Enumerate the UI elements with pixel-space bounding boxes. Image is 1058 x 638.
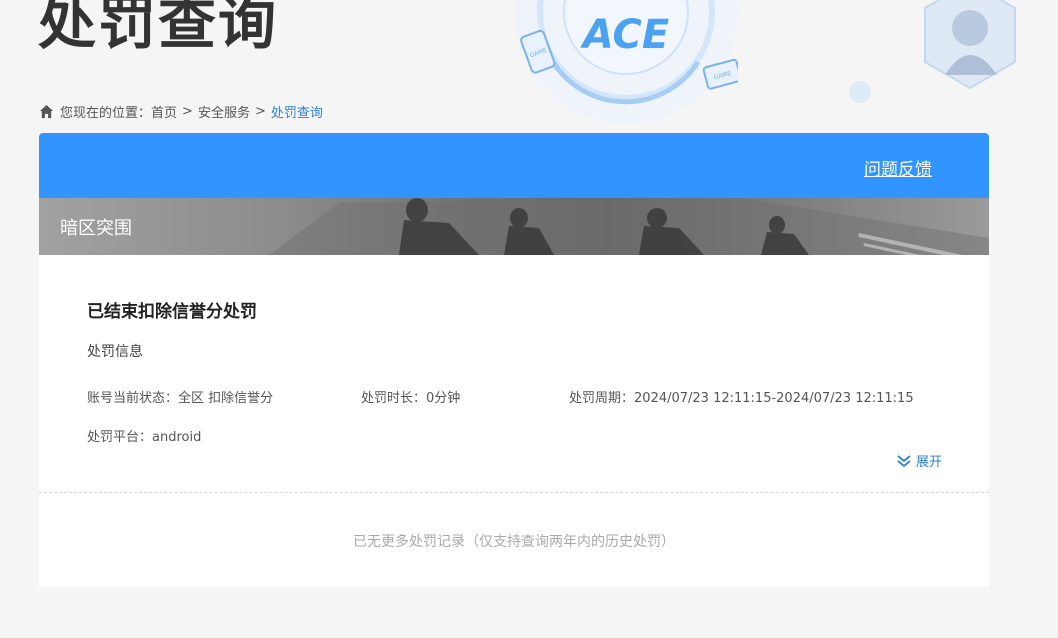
penalty-duration-key: 处罚时长： <box>361 391 427 406</box>
breadcrumb: 您现在的位置： 首页 > 安全服务 > 处罚查询 <box>39 101 323 121</box>
no-more-records-text: 已无更多处罚记录（仅支持查询两年内的历史处罚） <box>353 534 675 550</box>
account-status: 账号当前状态：全区 扣除信誉分 <box>87 387 273 406</box>
penalty-duration: 处罚时长：0分钟 <box>361 387 460 406</box>
penalty-period-key: 处罚周期： <box>569 391 635 406</box>
account-status-value: 全区 扣除信誉分 <box>178 391 274 406</box>
breadcrumb-separator: > <box>254 103 266 119</box>
breadcrumb-section-link[interactable]: 安全服务 <box>198 102 250 121</box>
game-name: 暗区突围 <box>60 218 132 239</box>
deco-dot <box>849 81 871 103</box>
penalty-card: 问题反馈 暗区突围 已结束扣除信誉分处罚 处罚信息 账号当前状态：全区 扣除信誉… <box>39 133 989 587</box>
game-banner: 暗区突围 <box>39 198 989 255</box>
penalty-period: 处罚周期：2024/07/23 12:11:15-2024/07/23 12:1… <box>569 387 914 406</box>
penalty-record: 已结束扣除信誉分处罚 处罚信息 账号当前状态：全区 扣除信誉分 处罚时长：0分钟… <box>39 255 989 493</box>
character-decoration <box>924 0 1016 90</box>
record-title: 已结束扣除信誉分处罚 <box>87 302 257 322</box>
page: ACE GAME GAME 处罚查询 您现在的位置： 首页 > 安全服务 > 处… <box>0 0 1058 638</box>
card-topbar: 问题反馈 <box>39 133 989 198</box>
ace-logo-text: ACE <box>580 12 669 58</box>
penalty-info-label: 处罚信息 <box>87 344 143 360</box>
ace-logo-decoration: ACE GAME GAME <box>514 0 738 124</box>
double-chevron-down-icon <box>897 454 911 467</box>
breadcrumb-current: 处罚查询 <box>270 105 323 121</box>
penalty-platform-value: android <box>152 430 202 445</box>
expand-label: 展开 <box>915 455 942 470</box>
account-status-key: 账号当前状态： <box>87 391 179 406</box>
breadcrumb-prefix: 您现在的位置： <box>60 105 152 121</box>
penalty-platform: 处罚平台：android <box>87 426 201 445</box>
banner-soldiers-image <box>39 198 989 255</box>
home-icon <box>39 104 54 118</box>
page-title: 处罚查询 <box>38 0 279 57</box>
breadcrumb-home-link[interactable]: 首页 <box>151 102 177 121</box>
penalty-duration-value: 0分钟 <box>426 391 461 406</box>
feedback-link[interactable]: 问题反馈 <box>864 155 932 180</box>
expand-button[interactable]: 展开 <box>896 451 942 470</box>
breadcrumb-separator: > <box>182 103 193 119</box>
penalty-period-value: 2024/07/23 12:11:15-2024/07/23 12:11:15 <box>634 391 914 406</box>
penalty-platform-key: 处罚平台： <box>87 430 153 445</box>
